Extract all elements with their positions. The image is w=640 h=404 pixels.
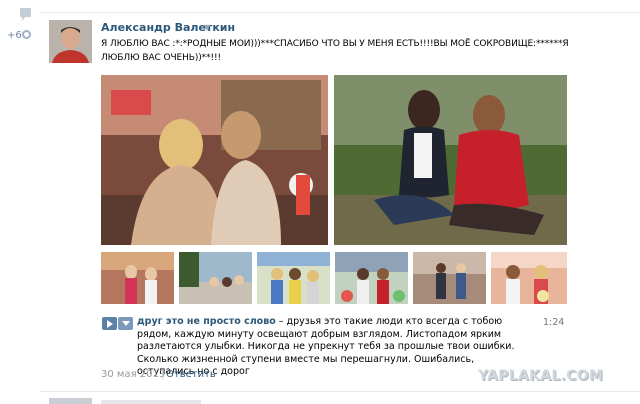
- post-rating: +6: [7, 30, 22, 41]
- thumbnail-1[interactable]: [101, 252, 174, 304]
- photo-main-right[interactable]: [334, 75, 567, 245]
- top-divider: [40, 12, 640, 13]
- add-icon[interactable]: [118, 317, 133, 330]
- watermark: YAPLAKAL.COM: [478, 368, 604, 384]
- post-text: Я ЛЮБЛЮ ВАС :*:*РОДНЫЕ МОИ)))***СПАСИБО …: [101, 39, 569, 63]
- audio-title[interactable]: друг это не просто слово: [137, 316, 276, 327]
- comment-icon[interactable]: [20, 8, 31, 21]
- audio-dash: –: [275, 316, 287, 327]
- next-post-preview: [101, 400, 201, 404]
- audio-duration: 1:24: [543, 317, 565, 328]
- thumbnail-5[interactable]: [413, 252, 486, 304]
- meta-separator: |: [161, 369, 165, 380]
- next-post-avatar[interactable]: [49, 398, 92, 404]
- thumbnail-2[interactable]: [179, 252, 252, 304]
- thumbnail-4[interactable]: [335, 252, 408, 304]
- author-name[interactable]: Александр Валеткин: [101, 21, 235, 34]
- avatar-image: [49, 20, 92, 63]
- chevron-down-icon[interactable]: ▼: [204, 23, 210, 32]
- thumbnail-3[interactable]: [257, 252, 330, 304]
- bottom-divider: [40, 391, 640, 392]
- post-date[interactable]: 30 мая 2013: [101, 369, 165, 380]
- play-icon[interactable]: [102, 317, 117, 330]
- photo-main-left[interactable]: [101, 75, 328, 245]
- reply-link[interactable]: Ответить: [166, 369, 216, 380]
- avatar[interactable]: [49, 20, 92, 63]
- left-rail: +6: [0, 0, 44, 404]
- gear-icon[interactable]: [22, 30, 31, 39]
- thumbnail-6[interactable]: [491, 252, 567, 304]
